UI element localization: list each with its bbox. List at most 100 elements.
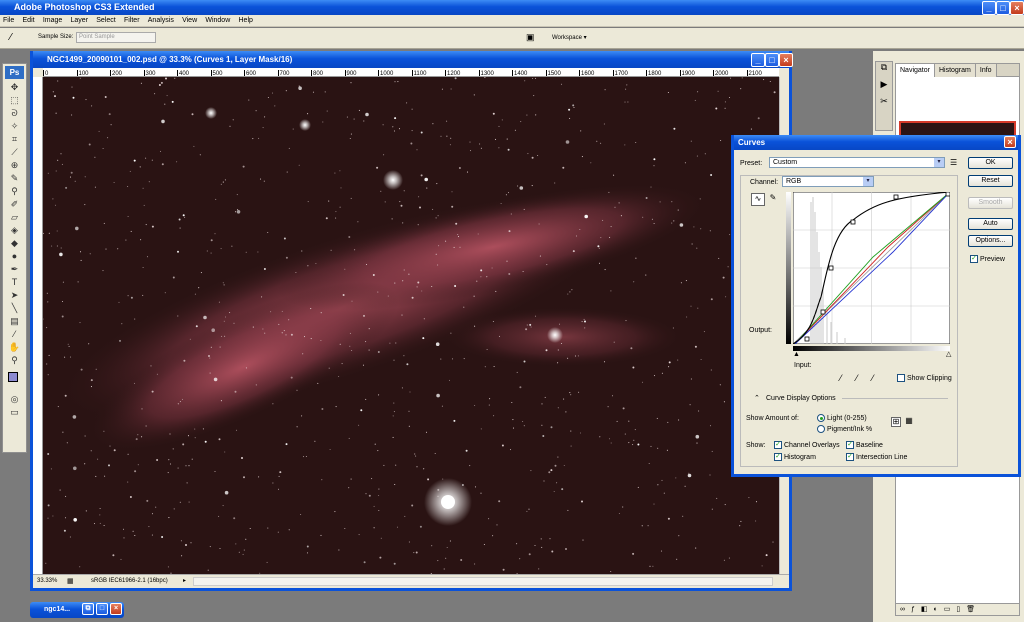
star	[489, 398, 491, 400]
star	[79, 251, 82, 253]
color-swatches[interactable]	[5, 370, 24, 390]
doc-close-button[interactable]: ×	[779, 53, 793, 67]
doc-maximize-button[interactable]: □	[765, 53, 779, 67]
maximize-button[interactable]: □	[996, 1, 1010, 15]
ok-button[interactable]: OK	[968, 157, 1013, 169]
white-point-slider-icon[interactable]: △	[946, 350, 951, 359]
channel-overlays-checkbox[interactable]: ✓	[774, 441, 782, 449]
zoom-tool-icon[interactable]: ⚲	[5, 354, 24, 367]
menu-filter[interactable]: Filter	[121, 15, 143, 27]
paint-bucket-tool-icon[interactable]: ◈	[5, 224, 24, 237]
show-clipping-checkbox[interactable]	[897, 374, 905, 382]
quick-mask-icon[interactable]: ◎	[5, 393, 24, 406]
pen-tool-icon[interactable]: ✒	[5, 263, 24, 276]
star	[557, 407, 559, 409]
zoom-level[interactable]: 33.33%	[37, 575, 57, 588]
layers-panel-icon[interactable]: ⧉	[876, 62, 892, 79]
tools-panel-icon[interactable]: ✂	[876, 96, 892, 113]
black-eyedropper-icon[interactable]: ⁄	[840, 374, 842, 383]
line-tool-icon[interactable]: ╲	[5, 302, 24, 315]
white-eyedropper-icon[interactable]: ⁄	[872, 374, 874, 383]
curves-graph[interactable]	[793, 192, 950, 344]
tab-info[interactable]: Info	[975, 64, 997, 77]
disclosure-up-icon[interactable]: ⌃	[754, 394, 760, 403]
detailed-grid-icon[interactable]: ▦	[904, 417, 914, 427]
doc-minimize-button[interactable]: _	[751, 53, 765, 67]
screen-mode-icon[interactable]: ▭	[5, 406, 24, 419]
crop-tool-icon[interactable]: ⌗	[5, 133, 24, 146]
star	[538, 223, 540, 225]
menu-window[interactable]: Window	[202, 15, 233, 27]
type-tool-icon[interactable]: T	[5, 276, 24, 289]
smooth-button[interactable]: Smooth	[968, 197, 1013, 209]
menu-file[interactable]: File	[0, 15, 17, 27]
notes-tool-icon[interactable]: ▤	[5, 315, 24, 328]
close-button[interactable]: ×	[1010, 1, 1024, 15]
menu-select[interactable]: Select	[93, 15, 118, 27]
min-restore-button[interactable]: ⧉	[82, 603, 94, 615]
simple-grid-icon[interactable]: ⊞	[891, 417, 901, 427]
history-brush-tool-icon[interactable]: ✐	[5, 198, 24, 211]
lasso-tool-icon[interactable]: ᘐ	[5, 107, 24, 120]
reset-button[interactable]: Reset	[968, 175, 1013, 187]
panel-footer-icons[interactable]: ∞ƒ◧◐▭▯🗑	[896, 603, 1019, 615]
chevron-down-icon: ▾	[934, 158, 944, 167]
eyedropper-icon[interactable]: ⁄	[10, 32, 12, 43]
intersection-line-checkbox[interactable]: ✓	[846, 453, 854, 461]
star	[285, 256, 288, 259]
baseline-checkbox[interactable]: ✓	[846, 441, 854, 449]
min-maximize-button[interactable]: □	[96, 603, 108, 615]
pencil-icon[interactable]: ✎	[767, 193, 779, 206]
gray-eyedropper-icon[interactable]: ⁄	[856, 374, 858, 383]
star	[168, 517, 170, 519]
move-tool-icon[interactable]: ✥	[5, 81, 24, 94]
sample-size-select[interactable]: Point Sample	[76, 32, 156, 43]
status-preview-icon[interactable]: ▦	[67, 575, 74, 588]
curve-edit-icon[interactable]: ∿	[751, 193, 765, 206]
curves-close-button[interactable]: ×	[1004, 136, 1016, 148]
slice-tool-icon[interactable]: ⟋	[5, 146, 24, 159]
min-close-button[interactable]: ×	[110, 603, 122, 615]
horizontal-scrollbar[interactable]	[193, 577, 773, 586]
clone-stamp-tool-icon[interactable]: ⚲	[5, 185, 24, 198]
preset-select[interactable]: Custom ▾	[769, 157, 945, 168]
pigment-radio[interactable]	[817, 425, 825, 433]
eraser-tool-icon[interactable]: ▱	[5, 211, 24, 224]
blur-tool-icon[interactable]: ◆	[5, 237, 24, 250]
menu-image[interactable]: Image	[40, 15, 65, 27]
minimize-button[interactable]: _	[982, 1, 996, 15]
dodge-tool-icon[interactable]: ●	[5, 250, 24, 263]
light-radio[interactable]	[817, 414, 825, 422]
options-button[interactable]: Options...	[968, 235, 1013, 247]
preview-checkbox[interactable]: ✓	[970, 255, 978, 263]
tab-navigator[interactable]: Navigator	[896, 64, 935, 77]
menu-layer[interactable]: Layer	[68, 15, 92, 27]
tab-histogram[interactable]: Histogram	[934, 64, 976, 77]
curves-title-bar[interactable]: Curves ×	[734, 135, 1018, 150]
minimized-document[interactable]: ngc14... ⧉ □ ×	[30, 602, 124, 618]
brush-tool-icon[interactable]: ✎	[5, 172, 24, 185]
magic-wand-tool-icon[interactable]: ✧	[5, 120, 24, 133]
histogram-checkbox[interactable]: ✓	[774, 453, 782, 461]
auto-button[interactable]: Auto	[968, 218, 1013, 230]
status-menu-arrow-icon[interactable]: ▸	[183, 575, 186, 588]
star	[493, 365, 495, 368]
foreground-color-swatch[interactable]	[8, 372, 18, 382]
marquee-tool-icon[interactable]: ⬚	[5, 94, 24, 107]
eyedropper-tool-icon[interactable]: ⁄	[5, 328, 24, 341]
healing-brush-tool-icon[interactable]: ⊕	[5, 159, 24, 172]
workspace-button[interactable]: Workspace ▾	[552, 34, 587, 41]
image-canvas[interactable]	[43, 77, 779, 574]
document-title-bar[interactable]: NGC1499_20090101_002.psd @ 33.3% (Curves…	[33, 51, 793, 68]
menu-edit[interactable]: Edit	[20, 15, 38, 27]
hand-tool-icon[interactable]: ✋	[5, 341, 24, 354]
preset-options-icon[interactable]: ☰	[950, 158, 957, 167]
menu-view[interactable]: View	[179, 15, 200, 27]
black-point-slider-icon[interactable]: ▲	[793, 350, 800, 359]
path-selection-tool-icon[interactable]: ➤	[5, 289, 24, 302]
channel-select[interactable]: RGB ▾	[782, 176, 874, 187]
actions-panel-icon[interactable]: ▶	[876, 79, 892, 96]
menu-help[interactable]: Help	[236, 15, 256, 27]
menu-analysis[interactable]: Analysis	[145, 15, 177, 27]
star	[220, 183, 222, 185]
